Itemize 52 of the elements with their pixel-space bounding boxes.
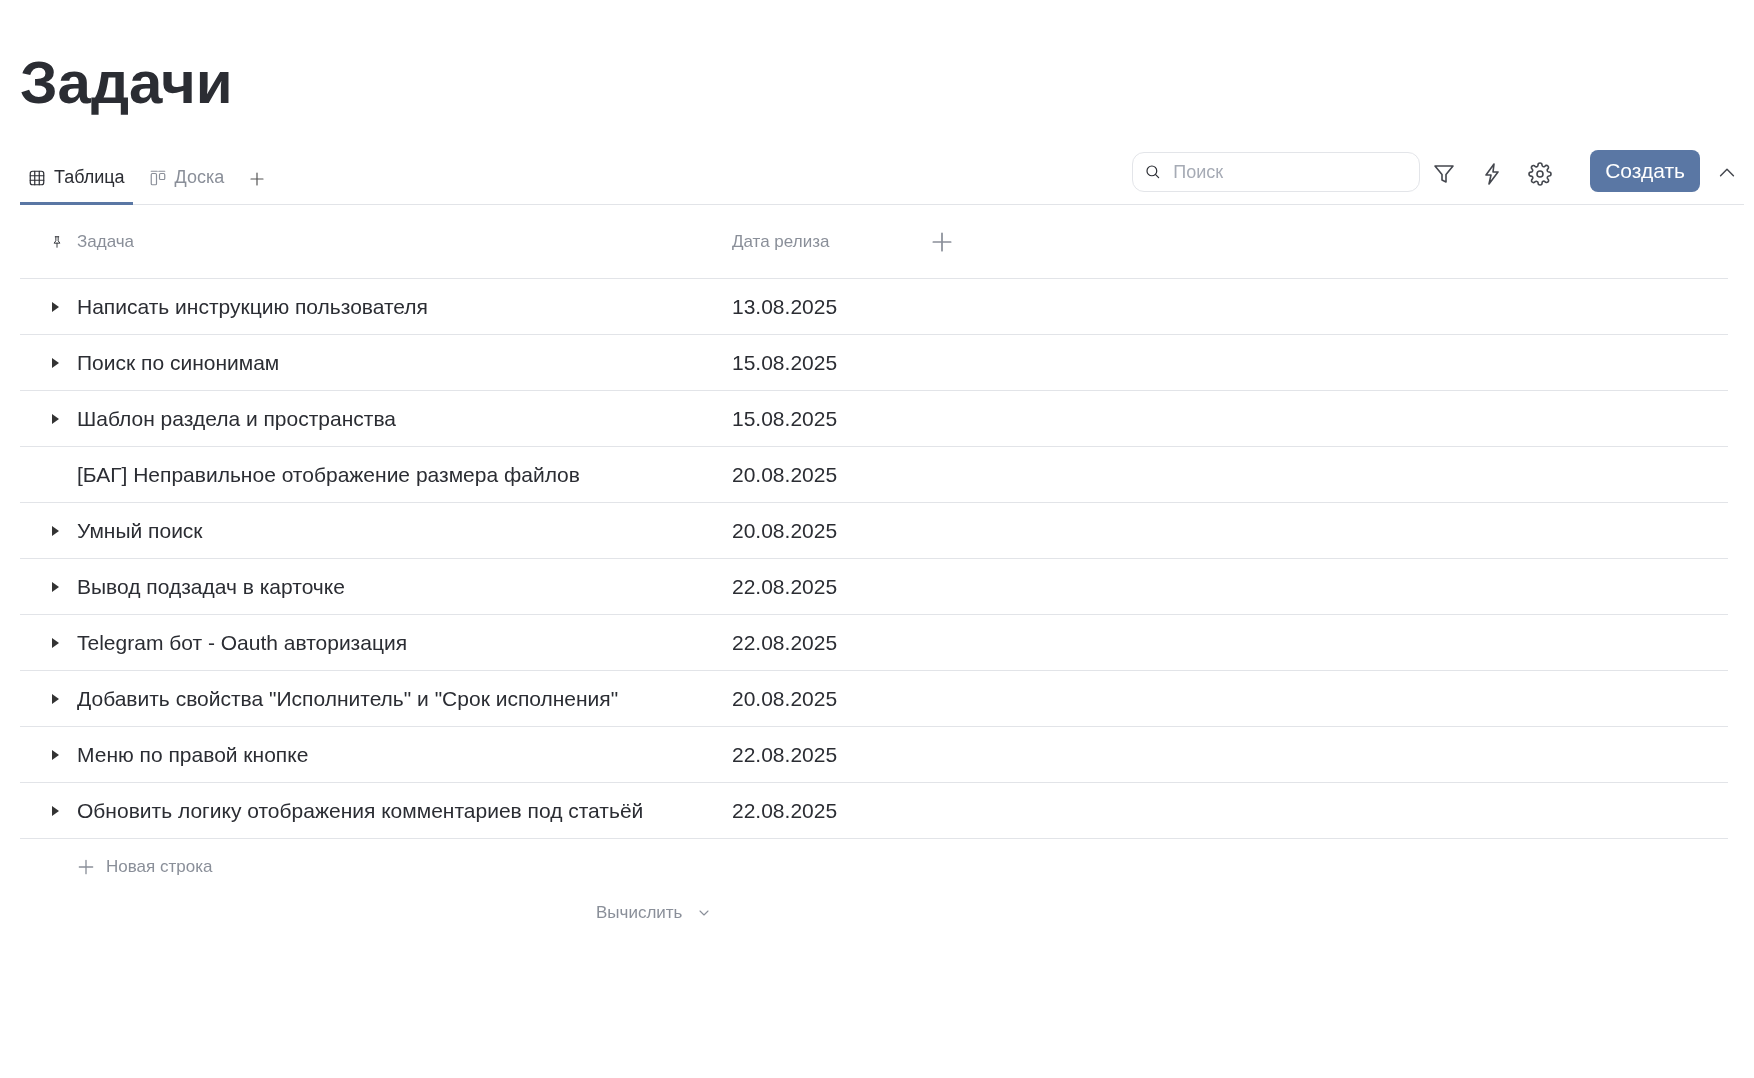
expand-button[interactable] [50,356,60,369]
column-header: Задача [77,231,135,252]
expand-button[interactable] [50,804,60,817]
task-title: Поиск по синонимам [77,350,280,375]
expand-button[interactable] [50,636,60,649]
release-date: 15.08.2025 [732,406,838,430]
filter-icon [1432,162,1457,186]
caret-icon [50,580,60,593]
expand-button[interactable] [50,300,60,313]
expand-button[interactable] [50,748,60,761]
release-date: 20.08.2025 [732,518,838,542]
task-title: Добавить свойства "Исполнитель" и "Срок исполнения" [77,686,619,711]
expand-button[interactable] [50,580,60,593]
caret-icon [50,524,60,537]
release-date: 22.08.2025 [732,798,838,822]
caret-icon [50,636,60,649]
grid-icon [28,168,46,187]
task-title: Шаблон раздела и пространства [77,406,396,431]
task-title: Умный поиск [77,518,203,543]
expand-button[interactable] [50,692,60,705]
release-date: 15.08.2025 [732,350,838,374]
create-button[interactable]: Создать [1590,150,1700,192]
calculate-button[interactable]: Вычислить [596,897,713,929]
caret-icon [50,804,60,817]
page-title: Задачи [20,50,234,116]
release-date: 20.08.2025 [732,686,838,710]
new-row-button[interactable]: Новая строка [76,851,213,883]
caret-icon [50,748,60,761]
task-title: [БАГ] Неправильное отображение размера файлов [77,462,580,487]
view-tab[interactable]: Доска [140,167,233,205]
plus-icon [76,857,96,877]
release-date: 20.08.2025 [732,462,838,486]
search-field[interactable]: Поиск [1132,152,1421,192]
task-title: Написать инструкцию пользователя [77,294,428,319]
settings-icon [1528,162,1553,186]
task-title: Обновить логику отображения комментариев под статьёй [77,798,644,823]
expand-button[interactable] [50,524,60,537]
caret-icon [50,356,60,369]
column-header: Дата релиза [732,231,830,252]
release-date: 22.08.2025 [732,574,838,598]
view-tab[interactable]: Таблица [20,167,133,205]
columns-icon [148,168,167,187]
task-title: Вывод подзадач в карточке [77,574,345,599]
caret-icon [50,692,60,705]
task-title: Меню по правой кнопке [77,742,309,767]
expand-button[interactable] [50,412,60,425]
task-title: Telegram бот - Oauth авторизация [77,630,408,655]
release-date: 13.08.2025 [732,294,838,318]
caret-icon [50,412,60,425]
release-date: 22.08.2025 [732,630,838,654]
caret-icon [50,300,60,313]
release-date: 22.08.2025 [732,742,838,766]
